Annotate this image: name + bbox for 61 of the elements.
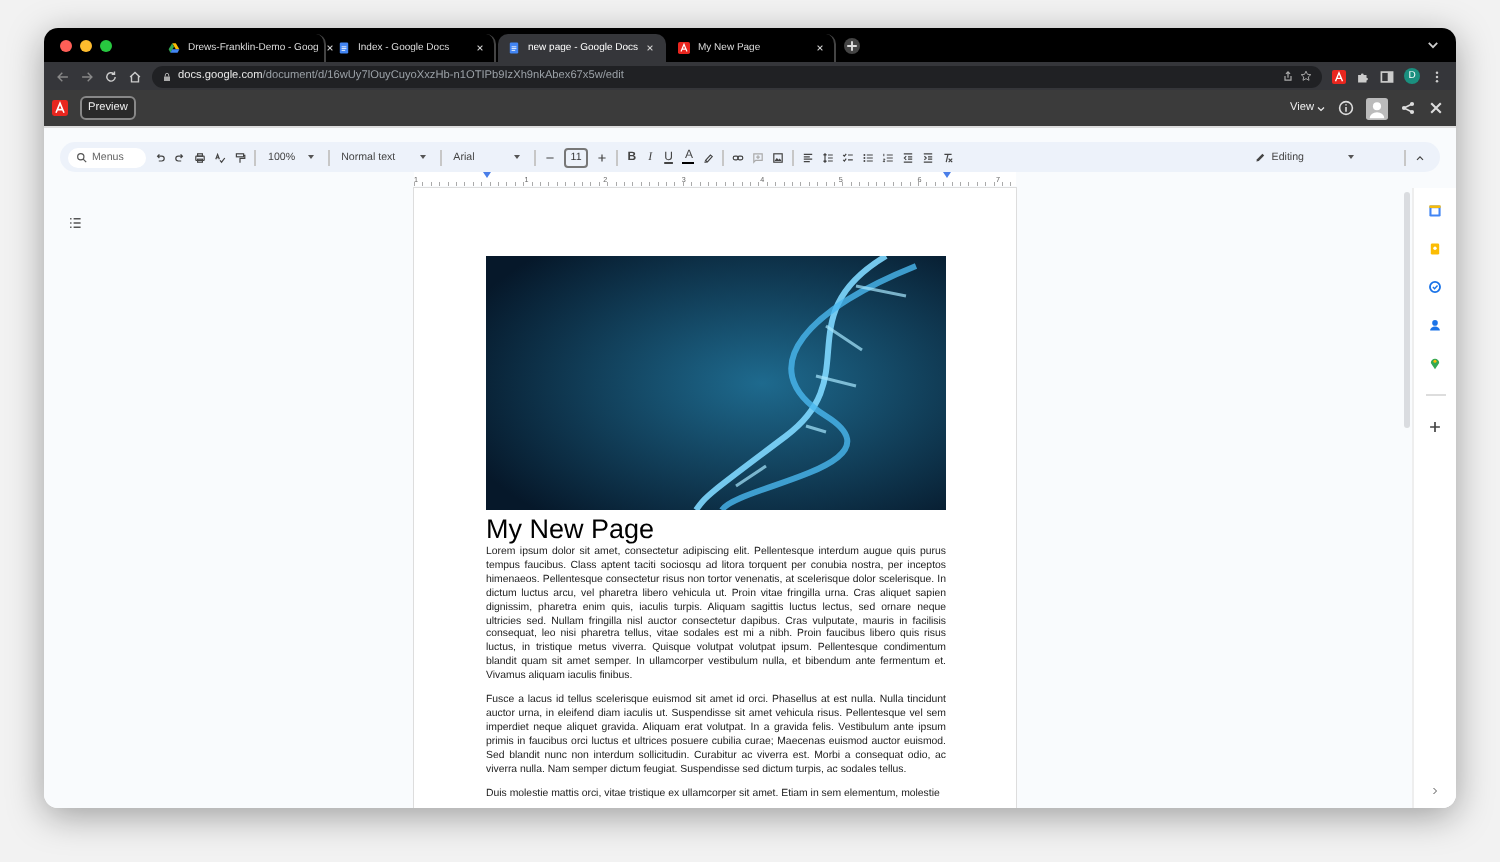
document-icon xyxy=(338,42,350,54)
caret-icon xyxy=(305,152,316,162)
caret-icon xyxy=(417,152,428,162)
clear-formatting-icon[interactable] xyxy=(942,151,955,163)
document-icon xyxy=(508,42,520,54)
document-title: My New Page xyxy=(486,514,657,544)
tab-list-caret-icon[interactable] xyxy=(1426,38,1440,52)
reload-icon[interactable] xyxy=(104,69,118,83)
more-options-icon[interactable] xyxy=(1430,69,1444,83)
bulleted-list-icon[interactable] xyxy=(862,151,875,163)
document-outline-icon[interactable] xyxy=(68,216,82,230)
calendar-icon[interactable] xyxy=(1428,204,1442,218)
search-icon xyxy=(76,151,88,163)
bookmark-star-icon[interactable] xyxy=(1300,70,1312,82)
line-spacing-icon[interactable] xyxy=(822,151,835,163)
decrease-indent-icon[interactable] xyxy=(902,151,915,163)
print-icon[interactable] xyxy=(194,151,206,163)
caret-icon xyxy=(1316,103,1326,113)
close-icon[interactable] xyxy=(1428,100,1444,116)
add-icon[interactable] xyxy=(1428,420,1442,434)
share-page-icon[interactable] xyxy=(1282,70,1294,82)
plus-icon[interactable] xyxy=(595,151,608,163)
app-logo-icon[interactable] xyxy=(1332,69,1346,83)
new-tab-icon[interactable] xyxy=(844,37,860,53)
lock-icon xyxy=(162,71,172,81)
checklist-icon[interactable] xyxy=(842,151,855,163)
highlighter-icon[interactable] xyxy=(702,151,715,163)
app-logo-icon[interactable] xyxy=(52,100,68,116)
close-tab-icon[interactable] xyxy=(646,44,655,52)
close-tab-icon[interactable] xyxy=(326,44,335,52)
redo-icon[interactable] xyxy=(174,151,186,163)
image-icon[interactable] xyxy=(772,151,785,163)
close-window-dot[interactable] xyxy=(60,39,72,51)
back-icon[interactable] xyxy=(56,69,70,83)
undo-icon[interactable] xyxy=(154,151,166,163)
link-icon[interactable] xyxy=(732,151,745,163)
close-tab-icon[interactable] xyxy=(476,44,484,52)
forward-icon[interactable] xyxy=(80,69,94,83)
pencil-icon xyxy=(1253,151,1266,163)
home-icon[interactable] xyxy=(128,69,142,83)
close-tab-icon[interactable] xyxy=(816,44,824,52)
increase-indent-icon[interactable] xyxy=(922,151,935,163)
info-icon[interactable] xyxy=(1338,100,1354,116)
app-logo-icon xyxy=(678,42,690,54)
caret-icon xyxy=(1346,152,1356,162)
side-panel-icon[interactable] xyxy=(1380,69,1394,83)
spellcheck-icon[interactable] xyxy=(214,151,226,163)
collapse-caret-icon[interactable] xyxy=(1414,151,1426,163)
puzzle-piece-icon[interactable] xyxy=(1356,69,1370,83)
triangle-logo-icon xyxy=(168,42,180,54)
map-pin-icon[interactable] xyxy=(1428,356,1442,370)
align-left-icon[interactable] xyxy=(802,151,815,163)
caret-icon xyxy=(512,152,523,162)
user-avatar[interactable] xyxy=(1366,97,1388,119)
zoom-window-dot[interactable] xyxy=(100,39,112,51)
paint-format-icon[interactable] xyxy=(234,151,246,163)
tasks-icon[interactable] xyxy=(1428,280,1442,294)
contacts-icon[interactable] xyxy=(1428,318,1442,332)
share-icon[interactable] xyxy=(1400,100,1416,116)
minimize-window-dot[interactable] xyxy=(80,39,92,51)
numbered-list-icon[interactable] xyxy=(882,151,895,163)
